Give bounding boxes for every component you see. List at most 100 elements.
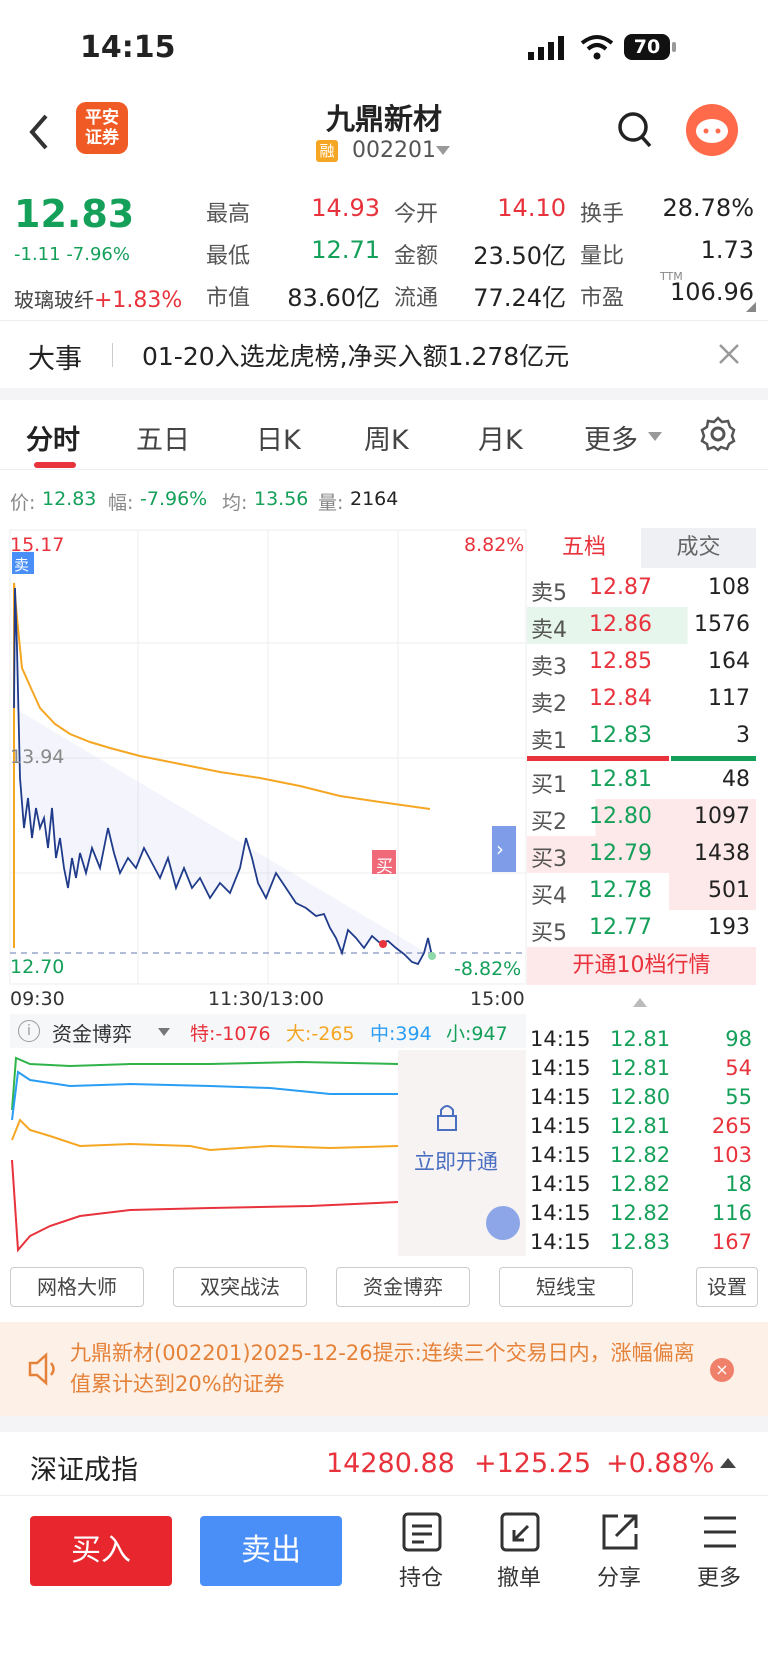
tick-volume: 98 bbox=[725, 1027, 752, 1051]
tick-time: 14:15 bbox=[530, 1114, 591, 1138]
status-time: 14:15 bbox=[80, 30, 176, 65]
cancel-order-icon bbox=[500, 1512, 540, 1552]
stock-title[interactable]: 九鼎新材 bbox=[284, 96, 484, 138]
tick-price: 12.82 bbox=[610, 1172, 671, 1196]
bid-volume: 501 bbox=[708, 878, 750, 903]
tab-intraday[interactable]: 分时 bbox=[26, 418, 80, 457]
news-bar[interactable]: 大事 01-20入选龙虎榜,净买入额1.278亿元 bbox=[0, 320, 768, 388]
sector-change: +1.83% bbox=[94, 288, 183, 313]
intraday-chart[interactable]: › bbox=[0, 528, 528, 1008]
holdings-icon bbox=[402, 1512, 442, 1552]
expand-corner-icon[interactable] bbox=[746, 302, 756, 312]
status-bar: 14:15 70 bbox=[0, 0, 768, 100]
tab-weekly-k[interactable]: 周K bbox=[364, 418, 409, 457]
ask-volume: 117 bbox=[708, 686, 750, 711]
share-label: 分享 bbox=[596, 1566, 641, 1591]
tab-trades[interactable]: 成交 bbox=[641, 528, 756, 568]
share-button[interactable]: 分享 bbox=[584, 1512, 654, 1596]
bid-row[interactable]: 买1 12.81 48 bbox=[527, 762, 756, 799]
more-button[interactable]: 更多 bbox=[684, 1512, 754, 1596]
market-cap-value: 83.60亿 bbox=[287, 284, 380, 312]
fund-da: 大:-265 bbox=[286, 1023, 355, 1045]
holdings-button[interactable]: 持仓 bbox=[386, 1512, 456, 1596]
settings-gear-icon[interactable] bbox=[700, 416, 736, 452]
scroll-up-icon[interactable] bbox=[633, 998, 647, 1007]
buy-button[interactable]: 买入 bbox=[30, 1516, 172, 1586]
tick-volume: 18 bbox=[725, 1172, 752, 1196]
ask-label: 卖5 bbox=[531, 581, 567, 606]
tick-time: 14:15 bbox=[530, 1056, 591, 1080]
bid-row[interactable]: 买3 12.79 1438 bbox=[527, 836, 756, 873]
battery-tip bbox=[672, 42, 676, 52]
risk-alert-banner[interactable]: 九鼎新材(002201)2025-12-26提示:连续三个交易日内，涨幅偏离值累… bbox=[0, 1322, 768, 1416]
news-text[interactable]: 01-20入选龙虎榜,净买入额1.278亿元 bbox=[142, 337, 569, 373]
fund-game-button[interactable]: 资金博弈 bbox=[336, 1267, 470, 1307]
sell-button[interactable]: 卖出 bbox=[200, 1516, 342, 1586]
tab-monthly-k[interactable]: 月K bbox=[478, 418, 523, 457]
tick-time: 14:15 bbox=[530, 1143, 591, 1167]
tab-daily-k[interactable]: 日K bbox=[256, 418, 301, 457]
special-flow-line bbox=[11, 1159, 399, 1253]
mid-flow-line bbox=[11, 1070, 398, 1121]
fullscreen-icon[interactable] bbox=[486, 1206, 520, 1240]
fund-caret-icon[interactable] bbox=[158, 1028, 170, 1036]
bid-row[interactable]: 买4 12.78 501 bbox=[527, 873, 756, 910]
ask-row[interactable]: 卖1 12.83 3 bbox=[527, 718, 756, 755]
change-pct: -7.96% bbox=[66, 244, 130, 265]
assistant-avatar[interactable] bbox=[686, 104, 738, 156]
orderbook-tabs: 五档 成交 bbox=[527, 528, 756, 568]
index-expand-icon[interactable] bbox=[720, 1458, 736, 1468]
float-cap-value: 77.24亿 bbox=[473, 284, 566, 312]
broker-logo-line2: 证券 bbox=[85, 128, 119, 148]
change-value: -1.11 bbox=[14, 244, 61, 265]
tab-five-day[interactable]: 五日 bbox=[136, 418, 190, 457]
close-icon[interactable] bbox=[716, 341, 742, 367]
bid-label: 买2 bbox=[531, 810, 567, 835]
upgrade-level10-button[interactable]: 开通10档行情 bbox=[527, 947, 756, 985]
margin-badge: 融 bbox=[316, 140, 338, 162]
short-line-button[interactable]: 短线宝 bbox=[499, 1267, 633, 1307]
more-caret-icon[interactable] bbox=[648, 432, 662, 441]
alert-close-icon[interactable]: × bbox=[710, 1358, 734, 1382]
ask-row[interactable]: 卖5 12.87 108 bbox=[527, 570, 756, 607]
stock-code[interactable]: 002201 bbox=[352, 138, 436, 163]
info-icon[interactable]: i bbox=[18, 1020, 40, 1042]
search-icon[interactable] bbox=[616, 110, 654, 150]
trade-tick-row: 14:15 12.82 116 bbox=[530, 1200, 756, 1228]
caret-down-icon[interactable] bbox=[436, 146, 450, 155]
broker-logo-line1: 平安 bbox=[85, 108, 119, 128]
tick-time: 14:15 bbox=[530, 1201, 591, 1225]
trade-tick-row: 14:15 12.81 265 bbox=[530, 1113, 756, 1141]
more-label: 更多 bbox=[696, 1566, 741, 1591]
index-bar[interactable]: 深证成指 14280.88 +125.25 +0.88% bbox=[0, 1432, 768, 1496]
back-icon[interactable] bbox=[26, 112, 52, 152]
cancel-order-button[interactable]: 撤单 bbox=[484, 1512, 554, 1596]
fund-flow-header: i 资金博弈 特:-1076 大:-265 中:394 小:947 bbox=[10, 1014, 526, 1048]
grid-master-button[interactable]: 网格大师 bbox=[10, 1267, 144, 1307]
sector-link[interactable]: 玻璃玻纤+1.83% bbox=[14, 284, 182, 313]
tab-more[interactable]: 更多 bbox=[584, 418, 638, 457]
unlock-button[interactable]: 立即开通 bbox=[414, 1146, 498, 1176]
fund-flow-title[interactable]: 资金博弈 bbox=[52, 1018, 132, 1047]
large-flow-line bbox=[11, 1118, 399, 1152]
fund-te: 特:-1076 bbox=[190, 1023, 271, 1045]
tab-five-level[interactable]: 五档 bbox=[527, 528, 641, 568]
bid-volume: 1097 bbox=[694, 804, 750, 829]
news-tag: 大事 bbox=[28, 344, 82, 375]
ask-row[interactable]: 卖3 12.85 164 bbox=[527, 644, 756, 681]
amount-value: 23.50亿 bbox=[473, 242, 566, 270]
y-axis-high: 15.17 bbox=[10, 534, 65, 556]
ask-price: 12.84 bbox=[589, 686, 652, 711]
signal-icon bbox=[528, 36, 564, 60]
section-separator bbox=[0, 388, 768, 400]
ask-row[interactable]: 卖4 12.86 1576 bbox=[527, 607, 756, 644]
bid-row[interactable]: 买5 12.77 193 bbox=[527, 910, 756, 947]
time-axis-start: 09:30 bbox=[10, 988, 65, 1010]
ask-label: 卖3 bbox=[531, 655, 567, 680]
broker-logo[interactable]: 平安 证券 bbox=[76, 102, 128, 154]
ask-row[interactable]: 卖2 12.84 117 bbox=[527, 681, 756, 718]
tools-settings-button[interactable]: 设置 bbox=[696, 1267, 758, 1307]
bid-row[interactable]: 买2 12.80 1097 bbox=[527, 799, 756, 836]
double-breakout-button[interactable]: 双突战法 bbox=[173, 1267, 307, 1307]
ask-volume: 3 bbox=[736, 723, 750, 748]
